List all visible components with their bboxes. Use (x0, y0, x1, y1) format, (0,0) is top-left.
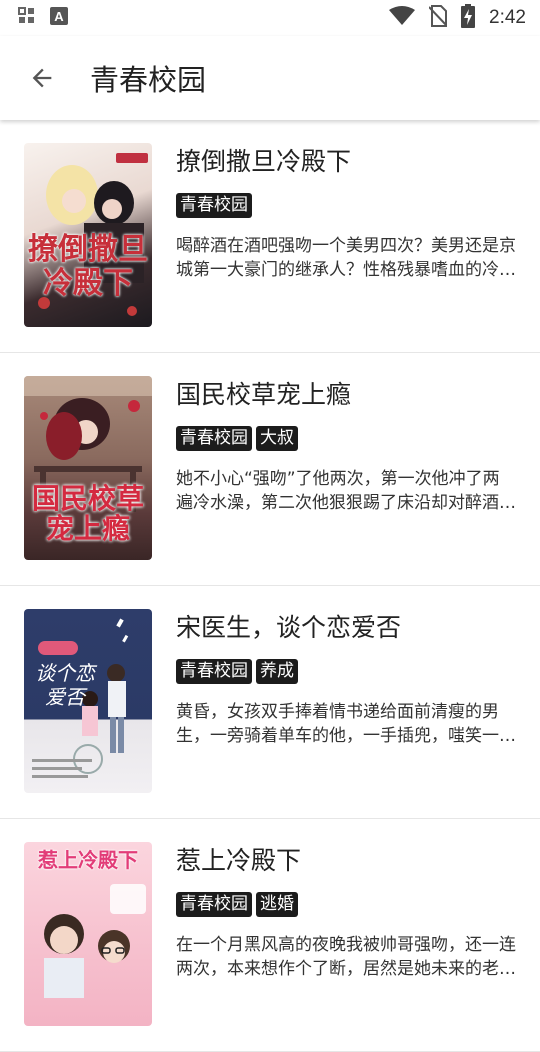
tag-list: 青春校园 逃婚 (176, 892, 516, 917)
book-cover[interactable]: 国民校草宠上瘾 (24, 376, 152, 560)
genre-tag[interactable]: 逃婚 (256, 892, 298, 917)
book-title[interactable]: 宋医生，谈个恋爱否 (176, 611, 516, 645)
back-button[interactable] (14, 50, 70, 106)
book-item[interactable]: 国民校草宠上瘾 国民校草宠上瘾 青春校园 大叔 她不小心“强吻”了他两次，第一次… (0, 353, 540, 586)
status-time: 2:42 (489, 7, 526, 28)
tag-list: 青春校园 养成 (176, 659, 516, 684)
cover-title: 惹上冷殿下 (38, 848, 138, 872)
genre-tag[interactable]: 青春校园 (176, 193, 252, 218)
book-description: 黄昏，女孩双手捧着情书递给面前清瘦的男生，一旁骑着单车的他，一手插兜，嗤笑一声… (176, 702, 499, 746)
book-list: 撩倒撒旦冷殿下 撩倒撒旦冷殿下 青春校园 喝醉酒在酒吧强吻一个美男四次？美男还是… (0, 120, 540, 1052)
arrow-back-icon (32, 68, 52, 88)
book-title[interactable]: 国民校草宠上瘾 (176, 378, 516, 412)
book-item[interactable]: 撩倒撒旦冷殿下 撩倒撒旦冷殿下 青春校园 喝醉酒在酒吧强吻一个美男四次？美男还是… (0, 120, 540, 353)
genre-tag[interactable]: 青春校园 (176, 892, 252, 917)
book-cover[interactable]: 谈个恋爱否 (24, 609, 152, 793)
gallery-icon (18, 7, 36, 29)
book-cover[interactable]: 撩倒撒旦冷殿下 (24, 143, 152, 327)
book-info: 惹上冷殿下 青春校园 逃婚 在一个月黑风高的夜晚我被帅哥强吻，还一连两次，本来想… (176, 842, 516, 1051)
status-bar: A 2:42 (0, 0, 540, 36)
genre-tag[interactable]: 大叔 (256, 426, 298, 451)
page-title: 青春校园 (90, 63, 207, 97)
genre-tag[interactable]: 养成 (256, 659, 298, 684)
book-cover[interactable]: 惹上冷殿下 (24, 842, 152, 1026)
wifi-icon (389, 6, 416, 30)
cover-title: 谈个恋爱否 (35, 661, 95, 709)
book-info: 宋医生，谈个恋爱否 青春校园 养成 黄昏，女孩双手捧着情书递给面前清瘦的男生，一… (176, 609, 516, 818)
cover-title: 国民校草宠上瘾 (31, 482, 144, 545)
no-sim-icon (428, 5, 448, 31)
book-description: 她不小心“强吻”了他两次，第一次他冲了两遍冷水澡，第二次他狠狠踢了床沿却对醉酒的… (176, 469, 516, 513)
svg-text:A: A (54, 9, 64, 24)
book-description: 在一个月黑风高的夜晚我被帅哥强吻，还一连两次，本来想作个了断，居然是她未来的老公… (176, 935, 516, 979)
genre-tag[interactable]: 青春校园 (176, 426, 252, 451)
book-description: 喝醉酒在酒吧强吻一个美男四次？美男还是京城第一大豪门的继承人？性格残暴嗜血的冷殿… (176, 236, 516, 280)
tag-list: 青春校园 (176, 193, 516, 218)
battery-charging-icon (461, 4, 476, 32)
book-item[interactable]: 惹上冷殿下 惹上冷殿下 青春校园 逃婚 在一个月黑风高的夜晚我被帅哥强吻，还一连… (0, 819, 540, 1052)
book-item[interactable]: 谈个恋爱否 宋医生，谈个恋爱否 青春校园 养成 黄昏，女孩双手捧着情书递给面前清… (0, 586, 540, 819)
genre-tag[interactable]: 青春校园 (176, 659, 252, 684)
book-info: 撩倒撒旦冷殿下 青春校园 喝醉酒在酒吧强吻一个美男四次？美男还是京城第一大豪门的… (176, 143, 516, 352)
book-title[interactable]: 惹上冷殿下 (176, 844, 516, 878)
app-a-icon: A (50, 7, 68, 29)
cover-title: 撩倒撒旦冷殿下 (28, 232, 148, 301)
book-title[interactable]: 撩倒撒旦冷殿下 (176, 145, 516, 179)
book-info: 国民校草宠上瘾 青春校园 大叔 她不小心“强吻”了他两次，第一次他冲了两遍冷水澡… (176, 376, 516, 585)
tag-list: 青春校园 大叔 (176, 426, 516, 451)
app-bar: 青春校园 (0, 36, 540, 120)
